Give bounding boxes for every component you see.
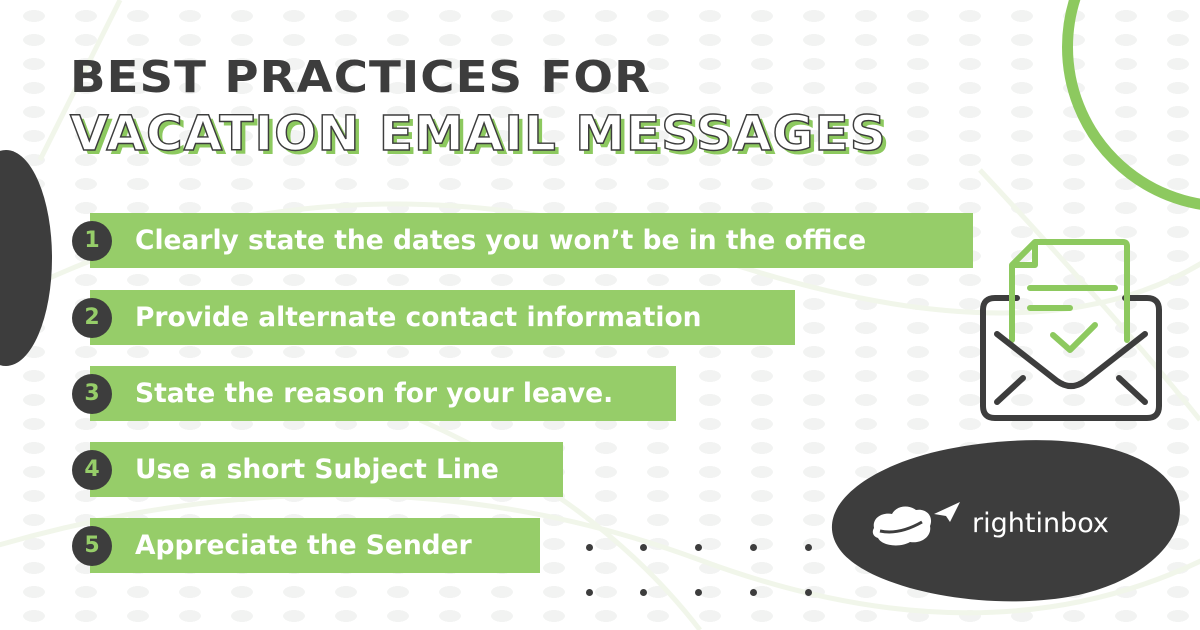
cloud-paper-plane-icon bbox=[872, 502, 960, 546]
dot bbox=[805, 544, 812, 551]
envelope-with-checked-document-icon bbox=[980, 239, 1162, 421]
number-badge: 2 bbox=[72, 298, 112, 338]
dot bbox=[640, 589, 647, 596]
dot bbox=[586, 589, 593, 596]
practice-text: Appreciate the Sender bbox=[135, 530, 472, 561]
dot bbox=[750, 544, 757, 551]
number-badge: 1 bbox=[72, 221, 112, 261]
title-line-2: VACATION EMAIL MESSAGES bbox=[69, 106, 887, 162]
practice-text: Provide alternate contact information bbox=[135, 302, 702, 333]
practice-text: Clearly state the dates you won’t be in … bbox=[135, 225, 867, 256]
brand-name: rightinbox bbox=[972, 508, 1109, 539]
number-badge: 5 bbox=[72, 526, 112, 566]
dot bbox=[695, 589, 702, 596]
envelope-folds bbox=[994, 375, 1148, 405]
dot bbox=[640, 544, 647, 551]
number-badge: 4 bbox=[72, 450, 112, 490]
dot bbox=[805, 589, 812, 596]
dot bbox=[586, 544, 593, 551]
practice-text: Use a short Subject Line bbox=[135, 454, 499, 485]
number-badge: 3 bbox=[72, 374, 112, 414]
document-lines bbox=[1027, 285, 1118, 311]
dot bbox=[750, 589, 757, 596]
check-icon bbox=[1050, 322, 1098, 353]
dot bbox=[695, 544, 702, 551]
practice-text: State the reason for your leave. bbox=[135, 378, 614, 409]
title-line-1: BEST PRACTICES FOR bbox=[70, 52, 652, 103]
